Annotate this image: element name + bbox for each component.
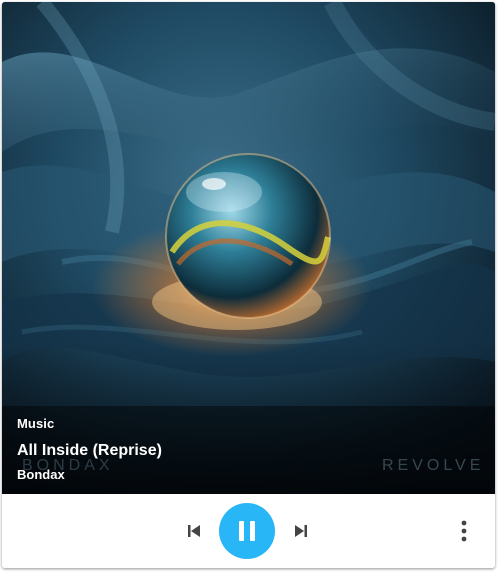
pause-icon <box>239 521 255 541</box>
next-track-button[interactable] <box>285 515 317 547</box>
track-title: All Inside (Reprise) <box>17 442 162 459</box>
playback-controls <box>2 494 495 568</box>
more-vertical-icon <box>461 520 467 542</box>
media-source-label: Music <box>17 416 55 431</box>
more-options-button[interactable] <box>448 515 480 547</box>
play-pause-button[interactable] <box>219 503 275 559</box>
skip-next-icon <box>295 525 307 537</box>
media-player-card: BONDAX REVOLVE Music All Inside (Reprise… <box>2 2 495 568</box>
track-artist: Bondax <box>17 467 65 482</box>
skip-previous-icon <box>188 525 200 537</box>
previous-track-button[interactable] <box>178 515 210 547</box>
